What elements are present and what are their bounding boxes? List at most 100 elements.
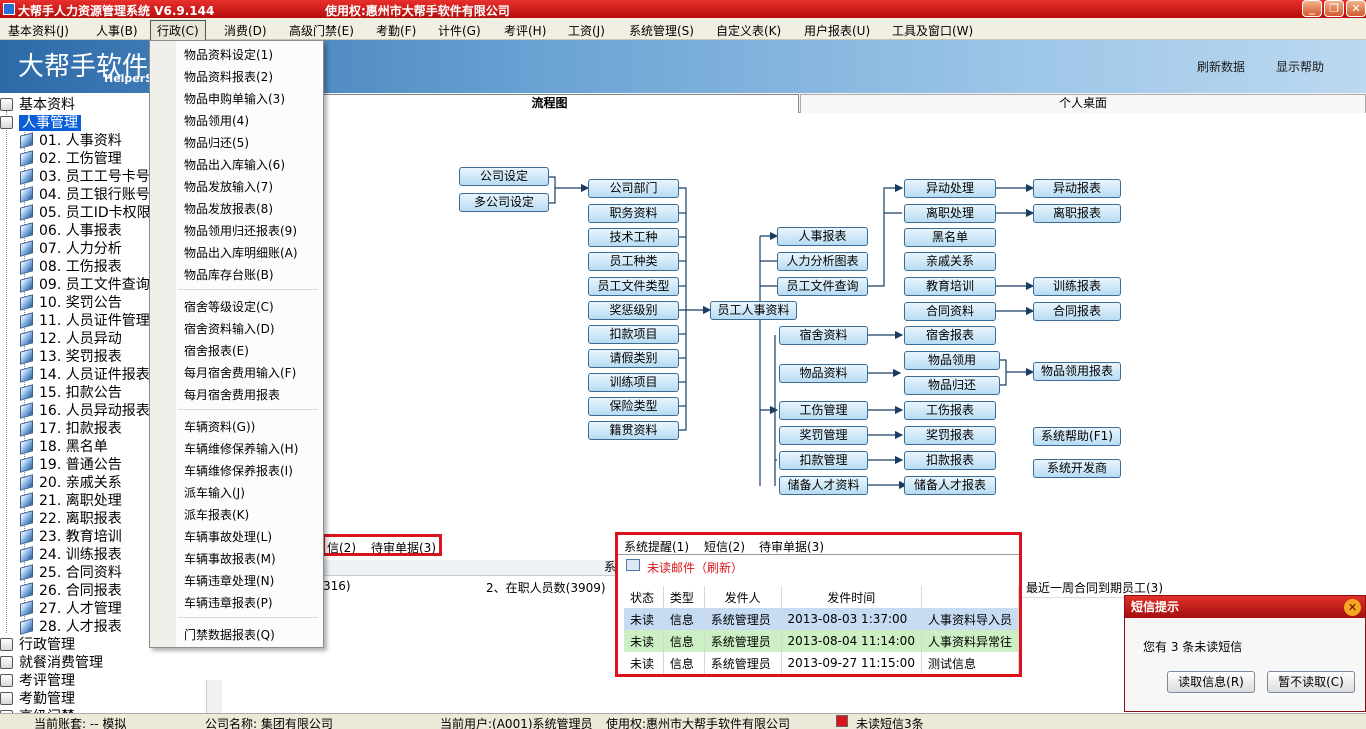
dropdown-item[interactable]: 宿舍资料输入(D) — [184, 320, 275, 337]
tree-root[interactable]: 考勤管理 — [0, 688, 75, 708]
tree-item[interactable]: 26. 合同报表 — [20, 580, 122, 600]
flow-node[interactable]: 扣款项目 — [588, 325, 679, 344]
menu-tools-window[interactable]: 工具及窗口(W) — [892, 22, 973, 39]
tab-personal-desktop[interactable]: 个人桌面 — [800, 94, 1366, 113]
flow-node[interactable]: 多公司设定 — [459, 193, 549, 212]
flow-node[interactable]: 宿舍资料 — [779, 326, 868, 345]
tree-root[interactable]: 就餐消费管理 — [0, 652, 103, 672]
tree-item[interactable]: 19. 普通公告 — [20, 454, 122, 474]
close-button[interactable]: ✕ — [1346, 0, 1366, 17]
tree-item[interactable]: 02. 工伤管理 — [20, 148, 122, 168]
unread-mail-refresh[interactable]: 未读邮件（刷新） — [647, 559, 743, 576]
dropdown-item[interactable]: 物品资料设定(1) — [184, 46, 273, 63]
msg-tab-system[interactable]: 系统提醒(1) — [624, 538, 689, 555]
tree-scrollbar[interactable] — [206, 680, 222, 713]
dropdown-item[interactable]: 宿舍等级设定(C) — [184, 298, 274, 315]
dropdown-item[interactable]: 物品资料报表(2) — [184, 68, 273, 85]
tree-item[interactable]: 27. 人才管理 — [20, 598, 122, 618]
tree-item[interactable]: 23. 教育培训 — [20, 526, 122, 546]
dropdown-item[interactable]: 车辆事故处理(L) — [184, 528, 272, 545]
flow-node[interactable]: 员工人事资料 — [710, 301, 797, 320]
flow-node[interactable]: 教育培训 — [904, 277, 996, 296]
flow-node[interactable]: 离职处理 — [904, 204, 996, 223]
menu-personnel[interactable]: 人事(B) — [96, 22, 138, 39]
refresh-data-link[interactable]: 刷新数据 — [1197, 58, 1245, 75]
flow-node[interactable]: 离职报表 — [1033, 204, 1121, 223]
tree-item[interactable]: 01. 人事资料 — [20, 130, 122, 150]
dropdown-item[interactable]: 车辆维修保养报表(I) — [184, 462, 293, 479]
tree-item[interactable]: 22. 离职报表 — [20, 508, 122, 528]
tree-root-basic[interactable]: 基本资料 — [0, 94, 75, 114]
flow-node[interactable]: 奖罚管理 — [779, 426, 868, 445]
menu-piecework[interactable]: 计件(G) — [438, 22, 481, 39]
tree-item[interactable]: 24. 训练报表 — [20, 544, 122, 564]
dropdown-item[interactable]: 物品领用(4) — [184, 112, 249, 129]
flow-node[interactable]: 合同报表 — [1033, 302, 1121, 321]
flow-node[interactable]: 储备人才报表 — [904, 476, 996, 495]
tree-root[interactable]: 高级门禁 — [0, 706, 75, 713]
dropdown-item[interactable]: 物品申购单输入(3) — [184, 90, 285, 107]
flow-node[interactable]: 籍贯资料 — [588, 421, 679, 440]
tree-item[interactable]: 07. 人力分析 — [20, 238, 122, 258]
flow-node[interactable]: 人力分析图表 — [777, 252, 868, 271]
dropdown-item[interactable]: 每月宿舍费用报表 — [184, 386, 280, 403]
status-unread[interactable]: 未读短信3条 — [856, 715, 924, 729]
menu-user-report[interactable]: 用户报表(U) — [804, 22, 870, 39]
table-row[interactable]: 未读 信息 系统管理员 2013-08-03 1:37:00 人事资料导入员 — [624, 608, 1019, 630]
menu-consume[interactable]: 消费(D) — [224, 22, 267, 39]
flow-node[interactable]: 宿舍报表 — [904, 326, 996, 345]
dropdown-item[interactable]: 物品出入库输入(6) — [184, 156, 285, 173]
flow-node[interactable]: 公司设定 — [459, 167, 549, 186]
tree-item[interactable]: 05. 员工ID卡权限 — [20, 202, 151, 222]
dropdown-item[interactable]: 车辆资料(G)) — [184, 418, 255, 435]
flow-node[interactable]: 扣款报表 — [904, 451, 996, 470]
dropdown-item[interactable]: 物品归还(5) — [184, 134, 249, 151]
menu-system[interactable]: 系统管理(S) — [629, 22, 694, 39]
table-row[interactable]: 未读 信息 系统管理员 2013-09-27 11:15:00 测试信息 — [624, 652, 1019, 674]
tree-item[interactable]: 18. 黑名单 — [20, 436, 108, 456]
flow-node[interactable]: 合同资料 — [904, 302, 996, 321]
dropdown-item[interactable]: 物品库存台账(B) — [184, 266, 274, 283]
flow-node[interactable]: 员工文件类型 — [588, 277, 679, 296]
flow-node[interactable]: 扣款管理 — [779, 451, 868, 470]
flow-node[interactable]: 保险类型 — [588, 397, 679, 416]
dropdown-item[interactable]: 派车输入(J) — [184, 484, 245, 501]
show-help-link[interactable]: 显示帮助 — [1276, 58, 1324, 75]
flow-node[interactable]: 亲戚关系 — [904, 252, 996, 271]
flow-node[interactable]: 物品资料 — [779, 364, 868, 383]
flow-node[interactable]: 技术工种 — [588, 228, 679, 247]
menu-evaluation[interactable]: 考评(H) — [504, 22, 546, 39]
flow-node[interactable]: 物品领用报表 — [1033, 362, 1121, 381]
minimize-button[interactable]: _ — [1302, 0, 1322, 17]
menu-custom-table[interactable]: 自定义表(K) — [716, 22, 781, 39]
dropdown-item[interactable]: 车辆维修保养输入(H) — [184, 440, 298, 457]
lower-tab-sms[interactable]: 信(2) — [327, 539, 356, 556]
tree-item[interactable]: 12. 人员异动 — [20, 328, 122, 348]
tree-item[interactable]: 21. 离职处理 — [20, 490, 122, 510]
dropdown-item[interactable]: 派车报表(K) — [184, 506, 249, 523]
tree-item[interactable]: 03. 员工工号卡号 — [20, 166, 150, 186]
tree-item[interactable]: 06. 人事报表 — [20, 220, 122, 240]
tab-flowchart[interactable]: 流程图 — [300, 94, 799, 113]
flow-node[interactable]: 物品领用 — [904, 351, 1000, 370]
tree-item[interactable]: 04. 员工银行账号 — [20, 184, 150, 204]
flow-node[interactable]: 职务资料 — [588, 204, 679, 223]
restore-button[interactable]: ❐ — [1324, 0, 1344, 17]
dropdown-item[interactable]: 物品发放输入(7) — [184, 178, 273, 195]
flow-node[interactable]: 人事报表 — [777, 227, 868, 246]
tree-item[interactable]: 08. 工伤报表 — [20, 256, 122, 276]
flow-node[interactable]: 员工种类 — [588, 252, 679, 271]
flow-node[interactable]: 请假类别 — [588, 349, 679, 368]
tree-root[interactable]: 考评管理 — [0, 670, 75, 690]
tree-item[interactable]: 25. 合同资料 — [20, 562, 122, 582]
dropdown-item[interactable]: 门禁数据报表(Q) — [184, 626, 275, 643]
dropdown-item[interactable]: 物品领用归还报表(9) — [184, 222, 297, 239]
flow-node[interactable]: 奖惩级别 — [588, 301, 679, 320]
dropdown-item[interactable]: 车辆违章报表(P) — [184, 594, 273, 611]
tree-item[interactable]: 13. 奖罚报表 — [20, 346, 122, 366]
msg-tab-sms[interactable]: 短信(2) — [704, 538, 745, 555]
tree-item[interactable]: 20. 亲戚关系 — [20, 472, 122, 492]
lower-tab-pending[interactable]: 待审单据(3) — [371, 539, 436, 556]
dropdown-item[interactable]: 车辆违章处理(N) — [184, 572, 274, 589]
flow-node[interactable]: 工伤报表 — [904, 401, 996, 420]
